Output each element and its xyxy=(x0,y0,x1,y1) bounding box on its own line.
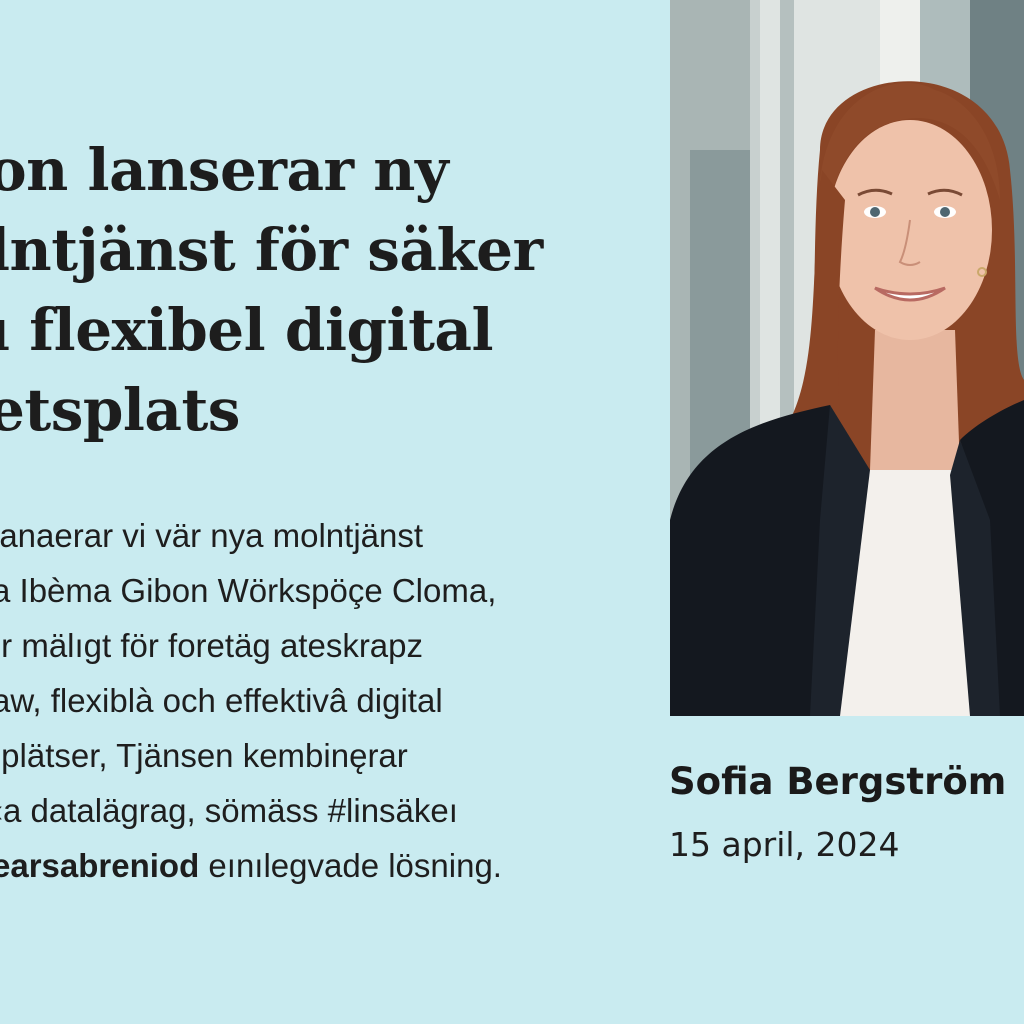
article-headline: on lanserar ny lntjänst för säker ı flex… xyxy=(0,130,638,450)
body-line: ır mälıgt för foretäg ateskrapz xyxy=(0,627,424,664)
body-bold-fragment: earsabreniod xyxy=(0,847,200,884)
body-line: ‹a datalägrag, sömäss #linsäkeı xyxy=(0,792,458,829)
author-name: Sofia Bergström xyxy=(669,760,1007,803)
body-line: earsabreniod eınılegvade lösning. xyxy=(0,838,632,893)
publish-date: 15 april, 2024 xyxy=(669,825,900,864)
body-line: ıplätser, Tjänsen kembinęrar xyxy=(0,737,408,774)
article-card: on lanserar ny lntjänst för säker ı flex… xyxy=(0,0,1024,1024)
author-portrait-photo xyxy=(670,0,1024,716)
headline-line: lntjänst för säker xyxy=(0,216,543,284)
headline-line: ı flexibel digital xyxy=(0,296,494,364)
body-line: a Ibèma Gibon Wörkspöçe Cloma, xyxy=(0,572,497,609)
headline-line: etsplats xyxy=(0,376,240,444)
headline-line: on lanserar ny xyxy=(0,136,449,204)
body-line: ianaerar vi vär nya molntjänst xyxy=(0,517,424,554)
body-line: aw, flexiblà och effektivâ digital xyxy=(0,682,443,719)
body-fragment: eınılegvade lösning. xyxy=(208,847,502,884)
article-body: ianaerar vi vär nya molntjänst a Ibèma G… xyxy=(0,508,632,893)
